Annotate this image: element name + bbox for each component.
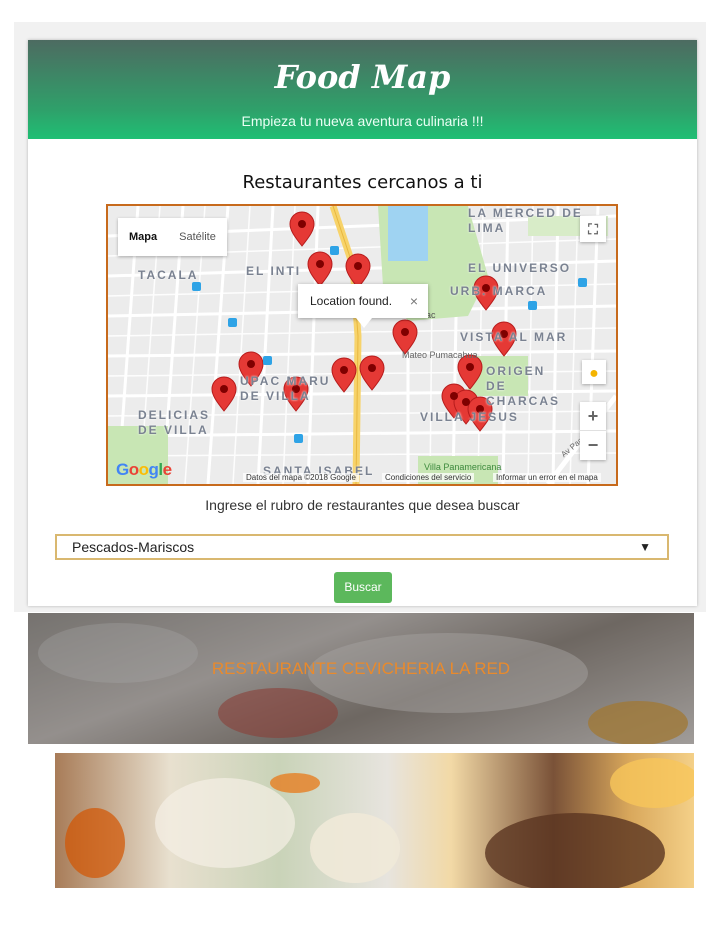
location-popup: Location found. × [298,284,428,328]
zoom-control: + − [580,402,606,460]
map-label: VISTA AL MAR [460,330,568,344]
pegman-icon: ● [589,365,599,382]
food-photo [55,753,694,888]
nearby-title: Restaurantes cercanos a ti [242,172,483,193]
restaurant-map[interactable]: LA MERCED DE LIMA EL UNIVERSO TACALA EL … [106,204,618,486]
search-prompt: Ingrese el rubro de restaurantes que des… [205,497,520,513]
map-place-label: Villa Panamericana [424,462,502,472]
popup-close-button[interactable]: × [410,284,418,318]
tagline: Empieza tu nueva aventura culinaria !!! [241,113,484,129]
map-label: ORIGEN DE CHARCAS [486,364,560,408]
fullscreen-button[interactable]: ⛶ [580,216,606,242]
map-label: TACALA [138,268,199,282]
header: Food Map Empieza tu nueva aventura culin… [28,40,697,139]
popup-tail [356,318,372,328]
map-label: UPAC MARU DE VILLA [240,374,331,403]
brand-title: Food Map [274,58,451,96]
map-type-satellite-button[interactable]: Satélite [168,218,227,256]
street-view-button[interactable]: ● [582,360,606,384]
map-label: DELICIAS DE VILLA [138,408,211,437]
restaurant-card[interactable]: RESTAURANTE CEVICHERIA LA RED [28,613,694,744]
category-selected-value: Pescados-Mariscos [72,539,195,555]
fullscreen-icon: ⛶ [588,221,598,237]
search-button[interactable]: Buscar [334,572,392,603]
map-label: VILLA JESUS [420,410,519,424]
report-error-link[interactable]: Informar un error en el mapa [493,473,601,482]
map-label: EL UNIVERSO [468,261,572,275]
restaurant-name[interactable]: RESTAURANTE CEVICHERIA LA RED [28,659,694,679]
zoom-out-button[interactable]: − [580,431,606,459]
map-type-control: Mapa Satélite [118,218,227,256]
map-type-map-button[interactable]: Mapa [118,218,168,256]
map-label: EL INTI [246,264,302,278]
map-street-label: Mateo Pumacahua [402,350,478,360]
food-photo-image [65,758,694,888]
category-select[interactable]: Pescados-Mariscos ▼ [55,534,669,560]
zoom-in-button[interactable]: + [580,402,606,431]
map-label: URB. MARCA [450,284,548,298]
google-logo: Google [116,460,172,479]
popup-text: Location found. [310,294,393,308]
dropdown-arrow-icon: ▼ [639,540,651,554]
map-data-attribution: Datos del mapa ©2018 Google [243,473,359,482]
terms-link[interactable]: Condiciones del servicio [382,473,475,482]
